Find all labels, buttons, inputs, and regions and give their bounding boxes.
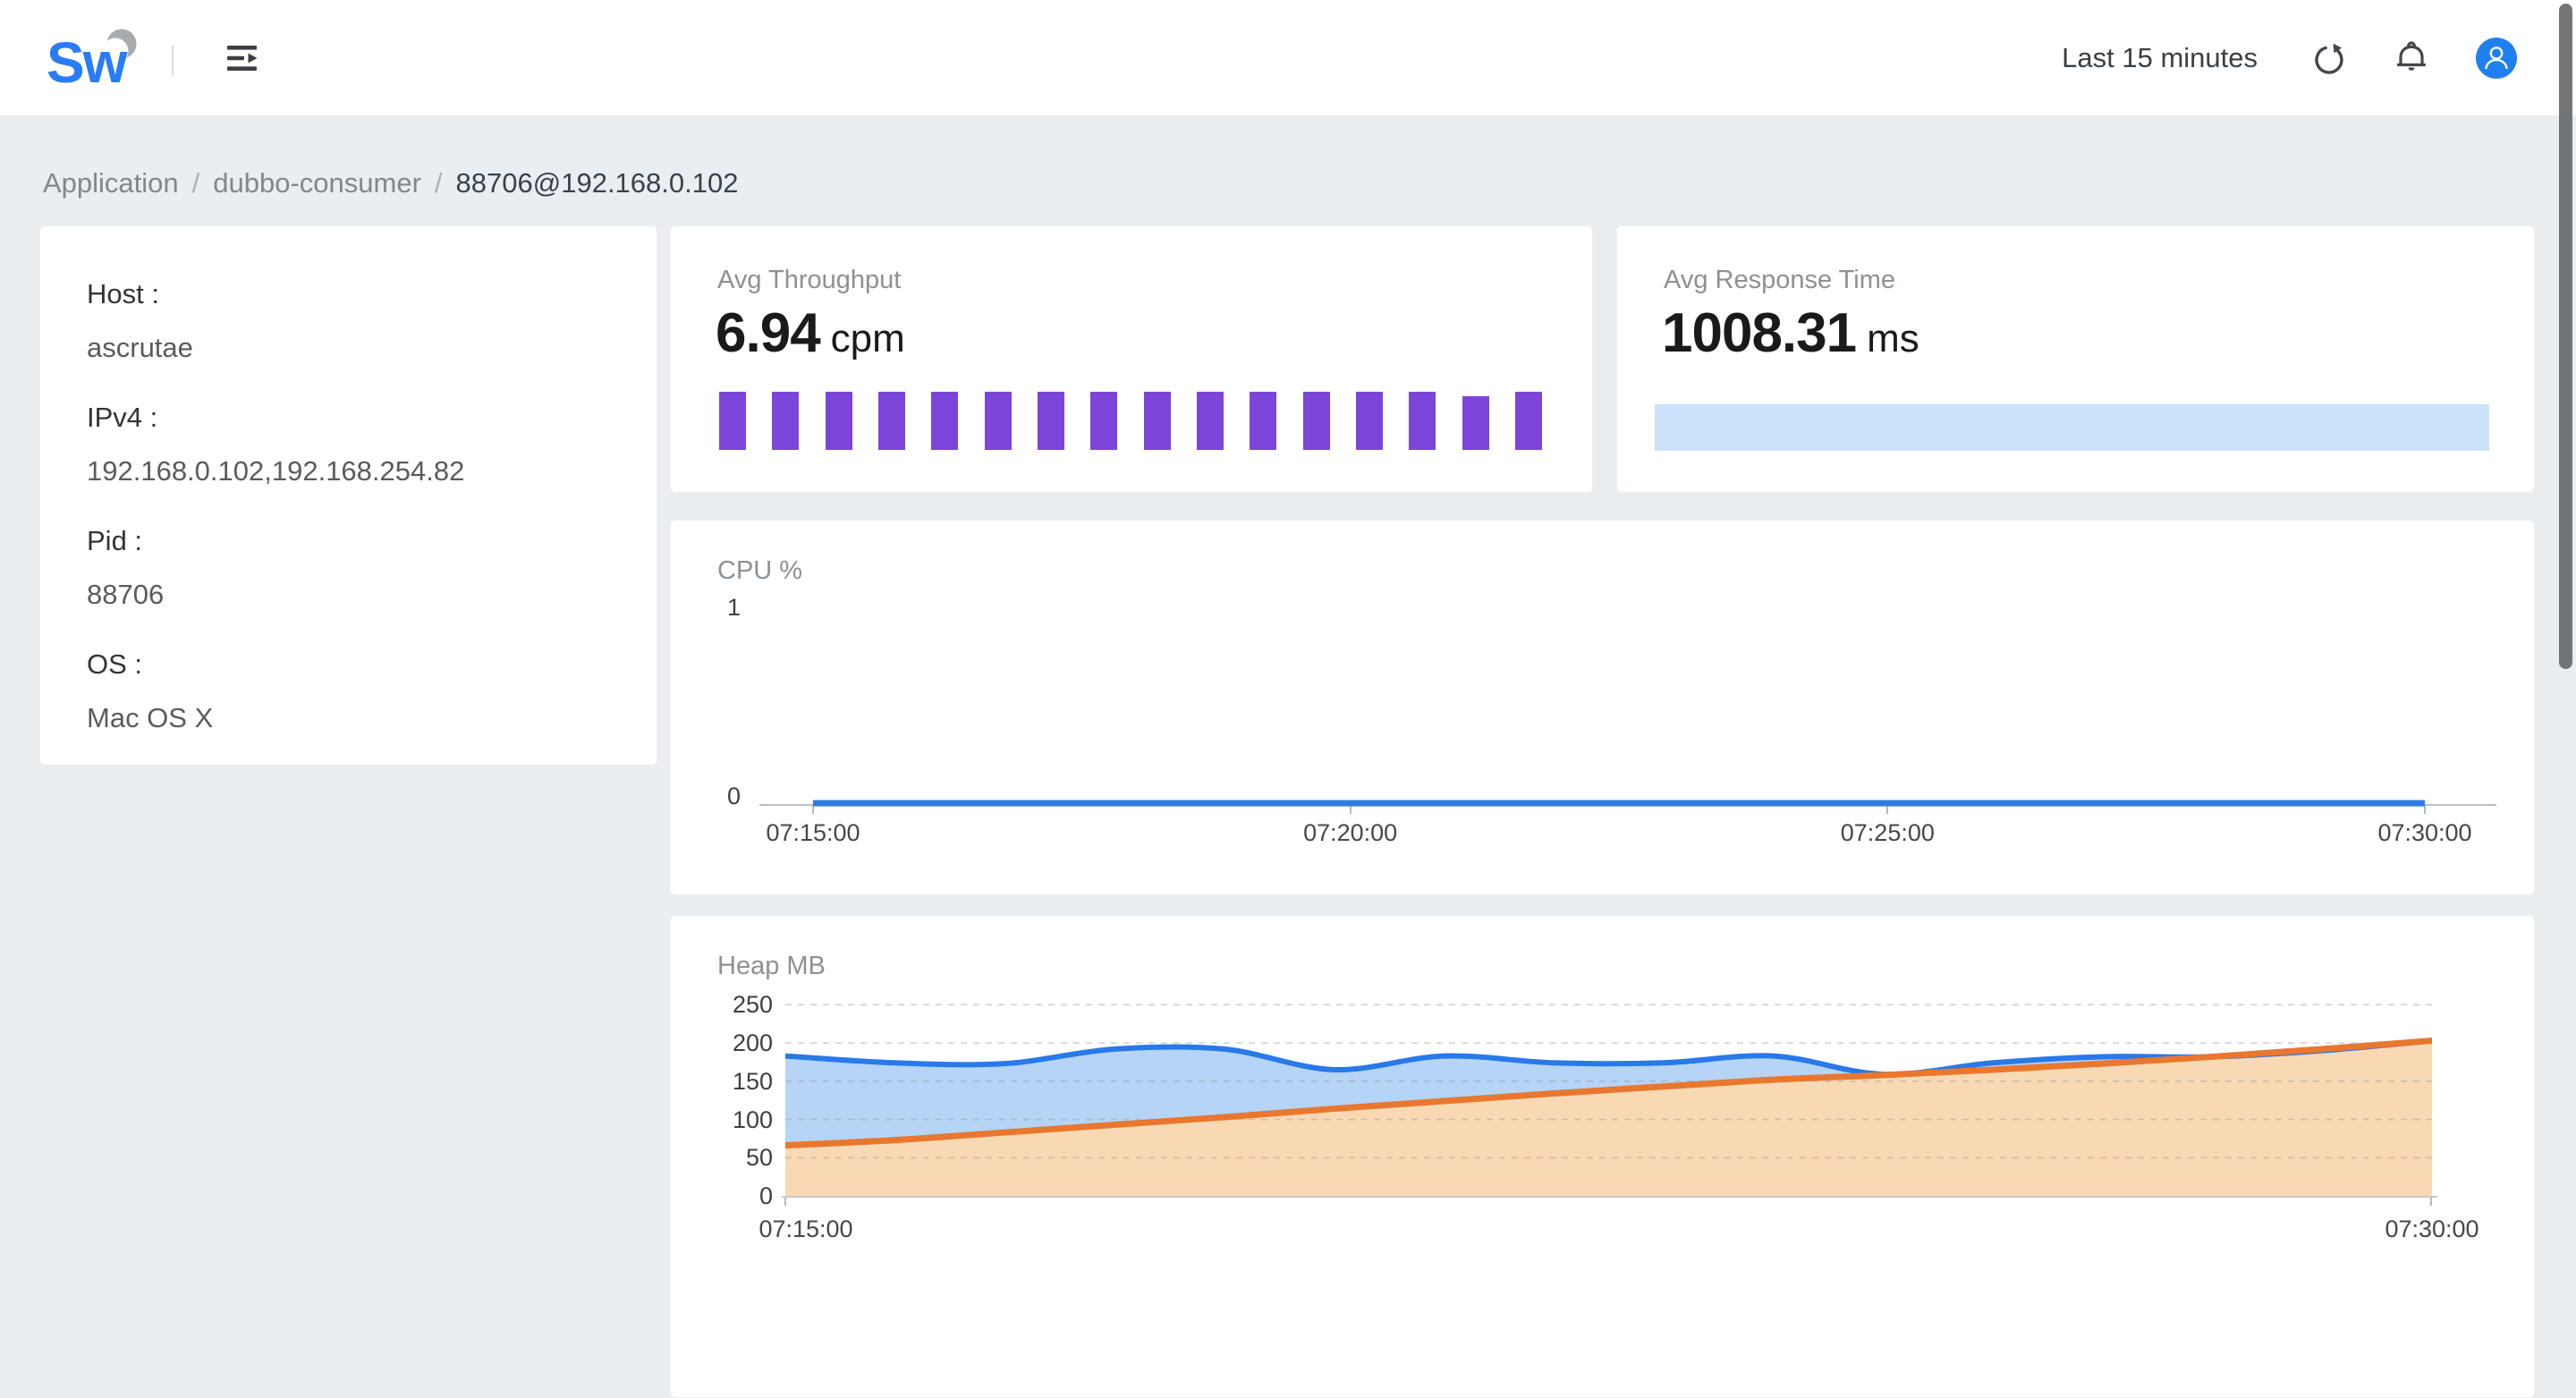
heap-y-axis-labels: 0 50 100 150 200 250 [671,916,773,1397]
vertical-scrollbar-thumb[interactable] [2559,4,2572,669]
heap-x-axis-tick-labels: 07:15:00 07:30:00 [758,1216,2479,1246]
logo-text: Sw [47,30,128,95]
bell-icon [2396,40,2427,71]
heap-x-axis-line [782,1196,2437,1198]
throughput-sparkline [719,392,1542,450]
heap-chart-card: Heap MB 0 50 100 150 200 250 07:15:00 07:30:00 [670,915,2535,1398]
y-tick-label: 1 [726,594,741,621]
info-field: Host : ascrutae [87,278,621,364]
axis-tick [1886,806,1889,814]
info-field: OS : Mac OS X [87,648,621,734]
instance-info-card: Host : ascrutae IPv4 : 192.168.0.102,192.16… [39,225,657,766]
y-tick-label: 100 [732,1106,773,1133]
spark-bar [772,392,800,450]
cpu-y-axis-labels: 01 [671,521,741,894]
avg-throughput-card: Avg Throughput 6.94 cpm [670,225,1593,493]
heap-area-chart [784,1004,2433,1196]
info-field-value: Mac OS X [87,702,214,733]
avg-response-time-value-row: 1008.31 ms [1662,301,1919,365]
cpu-x-axis-tick-labels: 07:15:00 07:20:00 07:25:00 07:30:00 [766,819,2471,850]
breadcrumb-separator: / [434,167,443,199]
menu-unfold-icon [227,45,258,71]
user-avatar[interactable] [2476,37,2517,79]
avg-throughput-unit: cpm [830,317,905,360]
info-field-label: Pid : [87,525,143,556]
x-tick-label: 07:30:00 [2385,1216,2479,1242]
axis-tick [784,1198,786,1206]
spark-bar [931,392,959,450]
avg-throughput-title: Avg Throughput [717,266,902,294]
avg-throughput-value: 6.94 [716,302,821,364]
x-tick-label: 07:15:00 [758,1216,853,1242]
spark-bar [1143,392,1171,450]
spark-bar [1514,392,1542,450]
info-field-value: 88706 [87,579,165,610]
skywalking-logo[interactable]: Sw [47,20,163,97]
x-tick-label: 07:15:00 [766,819,860,846]
spark-bar [1355,392,1383,450]
spark-bar [1196,392,1224,450]
info-field-value: ascrutae [87,332,193,363]
refresh-button[interactable] [2311,40,2347,76]
cpu-chart-card: CPU % 01 07:15:00 07:20:00 07:25:00 07:30:0… [670,520,2535,895]
spark-bar [1090,392,1118,450]
x-tick-label: 07:25:00 [1840,819,1935,846]
spark-bar [877,392,905,450]
response-time-sparkline [1655,404,2489,451]
breadcrumb-item-0[interactable]: Application [43,167,179,199]
axis-tick [2424,806,2426,814]
avg-response-time-title: Avg Response Time [1664,266,1895,294]
spark-bar [1409,392,1436,450]
top-header: Sw Last 15 minutes [0,0,2576,116]
header-divider [172,45,174,76]
time-range-selector[interactable]: Last 15 minutes [2062,42,2258,74]
breadcrumb-separator: / [191,167,200,199]
axis-tick [812,806,814,814]
axis-tick [2430,1198,2432,1206]
spark-bar [1462,395,1489,450]
x-tick-label: 07:20:00 [1303,819,1398,846]
y-tick-label: 0 [758,1182,773,1209]
cpu-line-chart [813,800,2425,807]
heap-chart-plot[interactable] [784,970,2433,1196]
spark-bar [1250,392,1277,450]
sidebar-toggle-button[interactable] [227,44,261,72]
spark-bar [825,392,852,450]
breadcrumb-item-1[interactable]: dubbo-consumer [213,167,421,199]
y-tick-label: 250 [732,991,773,1019]
info-field-value: 192.168.0.102,192.168.254.82 [87,455,465,487]
breadcrumb-item-2: 88706@192.168.0.102 [455,167,739,199]
info-field: IPv4 : 192.168.0.102,192.168.254.82 [87,402,621,487]
spark-bar [719,392,746,450]
spark-bar [1655,404,2489,451]
y-tick-label: 200 [732,1029,773,1057]
avg-response-time-unit: ms [1867,317,1919,360]
refresh-icon [2315,43,2343,74]
axis-tick [1349,806,1352,814]
info-field: Pid : 88706 [87,525,621,611]
y-tick-label: 0 [726,783,741,809]
x-tick-label: 07:30:00 [2377,819,2472,846]
notifications-button[interactable] [2394,39,2429,77]
page: Sw Last 15 minutes Application / dubbo-c… [0,0,2576,1398]
info-field-label: IPv4 : [87,402,158,433]
info-field-label: OS : [87,648,143,680]
breadcrumb: Application / dubbo-consumer / 88706@192.168… [43,167,738,199]
avg-response-time-card: Avg Response Time 1008.31 ms [1616,225,2535,493]
info-field-label: Host : [87,278,159,309]
spark-bar [1037,392,1064,450]
spark-bar [984,392,1012,450]
y-tick-label: 50 [745,1144,773,1172]
avg-throughput-value-row: 6.94 cpm [716,301,905,365]
cpu-chart-plot[interactable] [813,637,2425,807]
spark-bar [1302,392,1330,450]
y-tick-label: 150 [732,1067,773,1095]
avg-response-time-value: 1008.31 [1662,302,1857,364]
